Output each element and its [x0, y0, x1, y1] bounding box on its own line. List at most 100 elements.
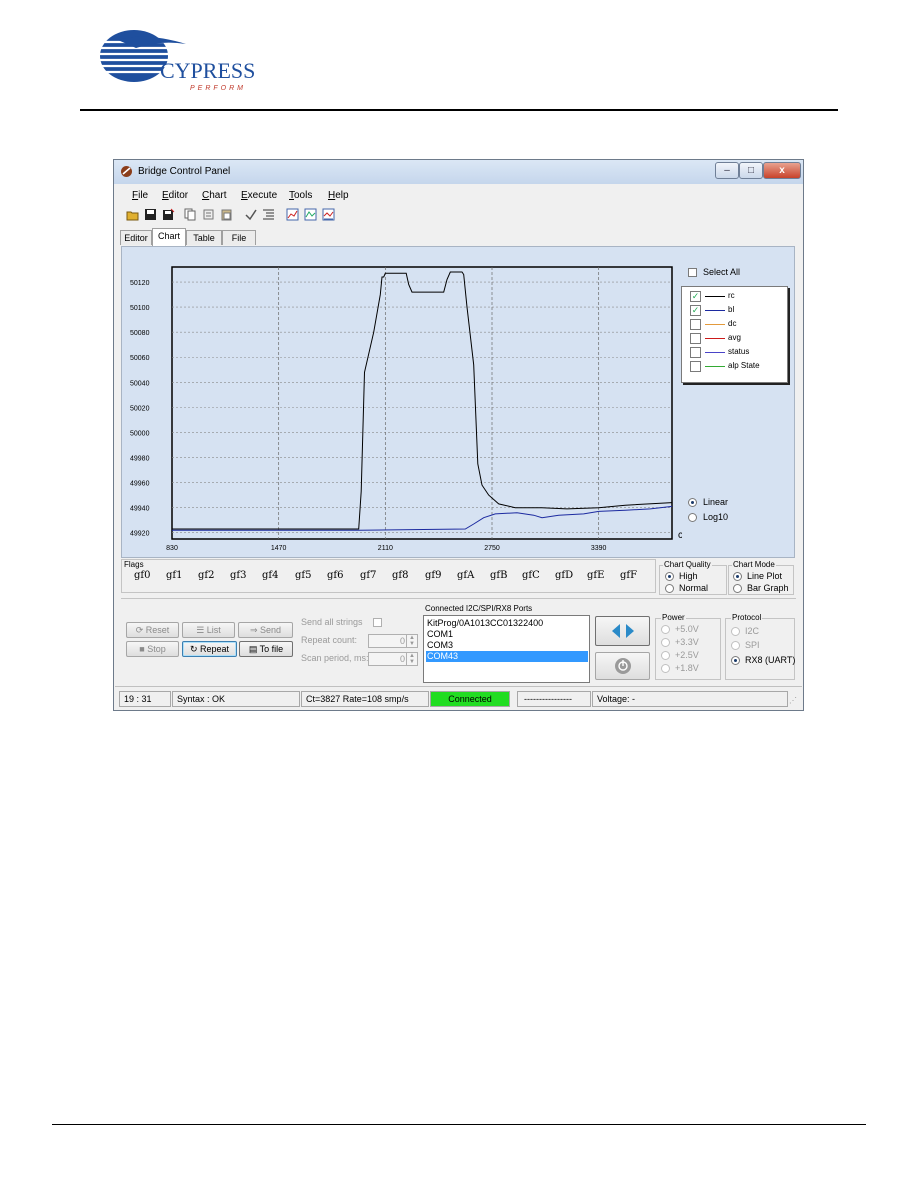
chart-icon[interactable]: [286, 208, 299, 221]
stop-icon: ■: [139, 644, 148, 654]
legend-checkbox-rc[interactable]: ✓: [690, 291, 701, 302]
reset-button[interactable]: ⟳ Reset: [126, 622, 179, 638]
legend-swatch-alp-state: [705, 366, 725, 367]
menu-chart[interactable]: Chart: [202, 190, 226, 201]
power-3v3-radio[interactable]: [661, 638, 670, 647]
app-icon: [120, 165, 133, 178]
x-tick-label: 2750: [484, 545, 500, 552]
mode-line-plot-radio[interactable]: [733, 572, 742, 581]
power-5v-radio[interactable]: [661, 625, 670, 634]
status-voltage: Voltage: -: [592, 691, 788, 707]
x-axis-label: cnts: [678, 530, 682, 541]
port-item[interactable]: KitProg/0A1013CC01322400: [426, 618, 588, 629]
maximize-button[interactable]: □: [739, 162, 763, 179]
protocol-spi-radio[interactable]: [731, 641, 740, 650]
legend-item-dc[interactable]: dc: [690, 318, 785, 331]
select-all-checkbox[interactable]: [688, 268, 697, 277]
check-syntax-icon[interactable]: [244, 208, 257, 221]
power-3v3-label: +3.3V: [675, 637, 699, 647]
connect-arrows-icon: [611, 624, 634, 638]
chart-export-icon[interactable]: [322, 208, 335, 221]
list-icon: ☰: [196, 625, 207, 635]
power-1v8-radio[interactable]: [661, 664, 670, 673]
legend-item-alp-state[interactable]: alp State: [690, 360, 785, 373]
ports-list[interactable]: KitProg/0A1013CC01322400 COM1 COM3 COM43: [423, 615, 590, 683]
menu-editor[interactable]: Editor: [162, 190, 188, 201]
tab-editor[interactable]: Editor: [120, 230, 152, 245]
x-tick-label: 830: [166, 545, 178, 552]
tab-chart[interactable]: Chart: [152, 228, 186, 246]
legend-item-rc[interactable]: ✓ rc: [690, 290, 785, 303]
select-all-label: Select All: [703, 267, 741, 277]
quality-normal-label: Normal: [679, 583, 709, 593]
scan-period-input[interactable]: 0 ▲ ▼: [368, 652, 418, 666]
legend-checkbox-status[interactable]: [690, 347, 701, 358]
mode-bar-graph-radio[interactable]: [733, 584, 742, 593]
legend-item-status[interactable]: status: [690, 346, 785, 359]
legend-item-avg[interactable]: avg: [690, 332, 785, 345]
open-icon[interactable]: [126, 208, 139, 221]
y-tick-label: 50120: [130, 280, 150, 287]
to-file-button[interactable]: ▤ To file: [239, 641, 293, 657]
legend-checkbox-alp-state[interactable]: [690, 361, 701, 372]
paste-icon[interactable]: [220, 208, 233, 221]
log10-radio[interactable]: [688, 513, 697, 522]
legend-checkbox-avg[interactable]: [690, 333, 701, 344]
flag-gf9: gf9: [425, 570, 442, 581]
scan-period-spinner[interactable]: ▲ ▼: [406, 653, 417, 665]
copy-icon[interactable]: [184, 208, 197, 221]
tab-file[interactable]: File: [222, 230, 256, 245]
scan-period-value: 0: [399, 654, 405, 664]
resize-grip-icon[interactable]: ⋰: [789, 696, 797, 705]
minimize-button[interactable]: –: [715, 162, 739, 179]
log10-label: Log10: [703, 512, 729, 522]
close-button[interactable]: x: [763, 162, 801, 179]
repeat-count-spinner[interactable]: ▲ ▼: [406, 635, 417, 647]
cut-icon[interactable]: [202, 208, 215, 221]
protocol-i2c-radio[interactable]: [731, 627, 740, 636]
menu-execute[interactable]: Execute: [241, 190, 277, 201]
legend-checkbox-bl[interactable]: ✓: [690, 305, 701, 316]
repeat-button[interactable]: ↻ Repeat: [182, 641, 237, 657]
chart[interactable]: 50120 50100 50080 50060 50040 50020 50000 49980…: [122, 248, 682, 558]
save-as-icon[interactable]: [162, 208, 175, 221]
legend-item-bl[interactable]: ✓ bl: [690, 304, 785, 317]
title-bar[interactable]: Bridge Control Panel – □ x: [114, 160, 803, 184]
tab-table[interactable]: Table: [186, 230, 222, 245]
stop-button[interactable]: ■ Stop: [126, 641, 179, 657]
y-tick-label: 49960: [130, 481, 150, 488]
port-item[interactable]: COM3: [426, 640, 588, 651]
list-icon[interactable]: [262, 208, 275, 221]
flag-gfA: gfA: [457, 570, 475, 581]
x-tick-label: 1470: [271, 545, 287, 552]
connect-toggle-button[interactable]: [595, 616, 650, 646]
legend-checkbox-dc[interactable]: [690, 319, 701, 330]
legend-label-bl: bl: [728, 305, 735, 314]
protocol-i2c-label: I2C: [745, 626, 760, 636]
list-button[interactable]: ☰ List: [182, 622, 235, 638]
port-item[interactable]: COM1: [426, 629, 588, 640]
svg-text:PERFORM: PERFORM: [190, 85, 246, 92]
linear-radio[interactable]: [688, 498, 697, 507]
repeat-count-input[interactable]: 0 ▲ ▼: [368, 634, 418, 648]
send-button[interactable]: ⇒ Send: [238, 622, 293, 638]
menu-file[interactable]: File: [132, 190, 148, 201]
send-all-strings-checkbox[interactable]: [373, 618, 382, 627]
power-button[interactable]: [595, 652, 650, 680]
protocol-rx8-radio[interactable]: [731, 656, 740, 665]
port-item-selected[interactable]: COM43: [426, 651, 588, 662]
y-tick-label: 50000: [130, 430, 150, 437]
status-rate: Ct=3827 Rate=108 smp/s: [301, 691, 429, 707]
save-icon[interactable]: [144, 208, 157, 221]
legend-label-rc: rc: [728, 291, 735, 300]
power-icon: [614, 658, 631, 674]
menu-help[interactable]: Help: [328, 190, 349, 201]
quality-high-radio[interactable]: [665, 572, 674, 581]
status-syntax: Syntax : OK: [172, 691, 300, 707]
legend-swatch-status: [705, 352, 725, 353]
flag-gfC: gfC: [522, 570, 540, 581]
quality-normal-radio[interactable]: [665, 584, 674, 593]
menu-tools[interactable]: Tools: [289, 190, 312, 201]
chart-config-icon[interactable]: [304, 208, 317, 221]
power-2v5-radio[interactable]: [661, 651, 670, 660]
